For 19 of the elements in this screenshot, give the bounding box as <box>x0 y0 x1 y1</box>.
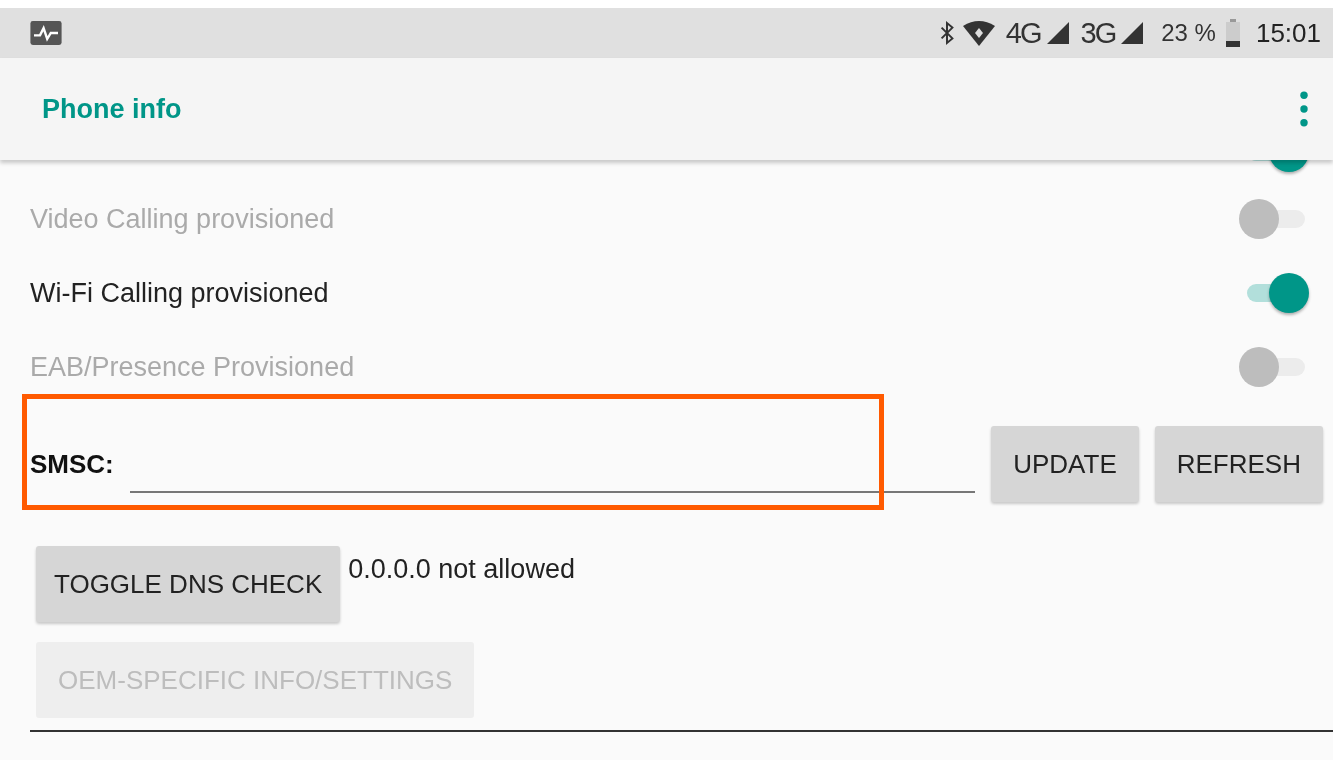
signal-icon <box>1121 22 1144 44</box>
action-button[interactable]: UPDATE <box>991 426 1139 502</box>
signal-icon <box>1046 22 1069 44</box>
activity-icon <box>30 21 62 45</box>
setting-label: Video Calling provisioned <box>30 203 335 235</box>
app-title: Phone info <box>42 93 182 125</box>
clock: 15:01 <box>1255 17 1321 49</box>
setting-label: Wi-Fi Calling provisioned <box>30 277 329 309</box>
setting-label: EAB/Presence Provisioned <box>30 351 355 383</box>
action-button[interactable]: REFRESH <box>1154 426 1323 502</box>
wifi-icon <box>961 20 996 46</box>
battery-percent: 23 % <box>1161 19 1216 47</box>
more-options-icon[interactable] <box>1299 91 1309 127</box>
smsc-label: SMSC: <box>30 448 114 480</box>
battery-icon <box>1225 19 1240 47</box>
toggle-dns-button[interactable]: TOGGLE DNS CHECK <box>36 546 341 622</box>
network-type: 4G <box>1005 16 1041 50</box>
dns-status: 0.0.0.0 not allowed <box>348 554 575 585</box>
network-type: 3G <box>1080 16 1116 50</box>
